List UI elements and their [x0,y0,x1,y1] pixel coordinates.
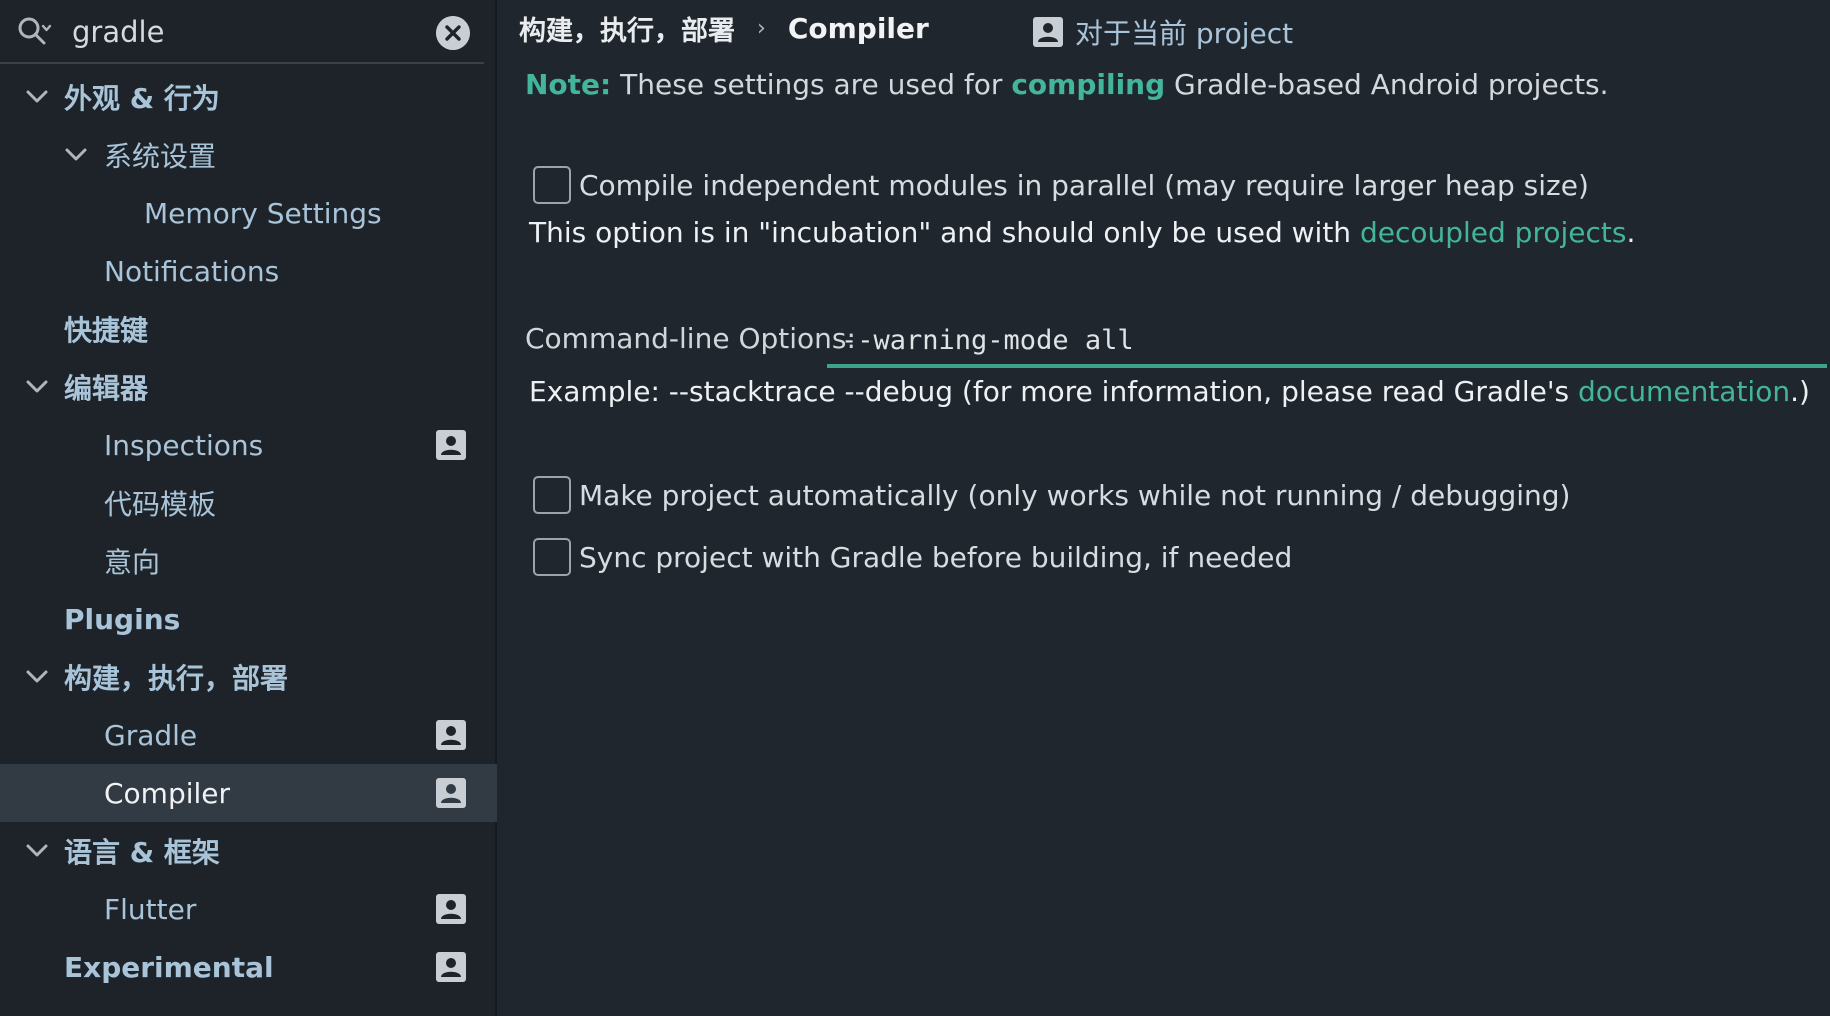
sidebar-item-label: 构建，执行，部署 [64,662,289,695]
sidebar-item-live-templates[interactable]: 代码模板 [0,474,497,532]
search-bar [0,0,484,64]
chevron-down-icon[interactable] [64,147,88,163]
note-label: Note: [525,68,612,101]
sidebar-item-plugins[interactable]: Plugins [0,590,497,648]
sidebar-item-label: Experimental [64,950,274,984]
example-note: Example: --stacktrace --debug (for more … [529,375,1810,408]
settings-tree: 外观 & 行为 系统设置 Memory Settings Notificatio… [0,68,497,996]
sidebar-item-label: 编辑器 [64,372,149,405]
sidebar-item-compiler[interactable]: Compiler [0,764,497,822]
close-circle-icon[interactable] [436,16,470,50]
chevron-right-icon: › [757,15,766,41]
incubation-suffix: . [1626,216,1636,249]
sidebar-item-label: Inspections [104,428,264,462]
sidebar-item-label: Memory Settings [144,196,382,230]
breadcrumb-parent[interactable]: 构建，执行，部署 [519,9,735,48]
make-project-automatically-label[interactable]: Make project automatically (only works w… [579,479,1570,512]
parallel-compile-option[interactable]: Compile independent modules in parallel … [533,166,1589,204]
chevron-down-icon[interactable] [25,669,49,685]
project-scope-icon [436,430,466,460]
command-line-options-input[interactable] [841,318,1801,362]
page-title: Compiler [787,11,929,45]
search-icon[interactable] [16,15,52,49]
sidebar-item-languages-frameworks[interactable]: 语言 & 框架 [0,822,497,880]
command-line-options-label: Command-line Options: [525,322,856,355]
sidebar-item-system-settings[interactable]: 系统设置 [0,126,497,184]
sidebar-item-notifications[interactable]: Notifications [0,242,497,300]
sync-with-gradle-checkbox[interactable] [533,538,571,576]
sync-with-gradle-option[interactable]: Sync project with Gradle before building… [533,538,1292,576]
sidebar-item-memory-settings[interactable]: Memory Settings [0,184,497,242]
project-scope-icon [1033,17,1063,47]
sidebar-item-gradle[interactable]: Gradle [0,706,497,764]
parallel-compile-label[interactable]: Compile independent modules in parallel … [579,169,1589,202]
scope-indicator: 对于当前 project [1033,12,1293,52]
note-text-after: Gradle-based Android projects. [1165,68,1609,101]
settings-sidebar: 外观 & 行为 系统设置 Memory Settings Notificatio… [0,0,497,1016]
sidebar-item-build-execution-deployment[interactable]: 构建，执行，部署 [0,648,497,706]
sidebar-item-label: 系统设置 [104,140,217,173]
chevron-down-icon[interactable] [25,843,49,859]
scope-label: 对于当前 project [1075,17,1294,50]
sidebar-item-experimental[interactable]: Experimental [0,938,497,996]
sidebar-item-label: 语言 & 框架 [64,836,220,869]
breadcrumb: 构建，执行，部署 › Compiler [519,8,929,48]
note-text-before: These settings are used for [611,68,1012,101]
project-scope-icon [436,778,466,808]
example-suffix: .) [1790,375,1810,408]
note-compiling-link: compiling [1011,68,1166,101]
project-scope-icon [436,952,466,982]
sidebar-item-appearance-behavior[interactable]: 外观 & 行为 [0,68,497,126]
project-scope-icon [436,720,466,750]
sidebar-item-label: 代码模板 [104,488,217,521]
note-text: Note: These settings are used for compil… [525,68,1609,101]
settings-window: 外观 & 行为 系统设置 Memory Settings Notificatio… [0,0,1830,1016]
sidebar-item-label: Gradle [104,718,198,752]
sidebar-item-label: 快捷键 [64,314,149,347]
sidebar-item-editor[interactable]: 编辑器 [0,358,497,416]
incubation-text: This option is in "incubation" and shoul… [529,216,1360,249]
parallel-compile-checkbox[interactable] [533,166,571,204]
command-line-options-field [827,318,1827,368]
sidebar-item-label: 意向 [104,546,161,579]
documentation-link[interactable]: documentation [1578,375,1790,408]
sidebar-item-label: Notifications [104,254,280,288]
sidebar-item-label: Plugins [64,602,181,636]
incubation-note: This option is in "incubation" and shoul… [529,216,1635,249]
sidebar-item-inspections[interactable]: Inspections [0,416,497,474]
settings-content: 构建，执行，部署 › Compiler 对于当前 project Note: T… [497,0,1830,1016]
chevron-down-icon[interactable] [25,379,49,395]
sidebar-item-label: Compiler [104,776,231,810]
chevron-down-icon[interactable] [25,89,49,105]
sidebar-item-flutter[interactable]: Flutter [0,880,497,938]
make-project-automatically-checkbox[interactable] [533,476,571,514]
decoupled-projects-link[interactable]: decoupled projects [1360,216,1627,249]
search-input[interactable] [72,8,422,56]
make-project-automatically-option[interactable]: Make project automatically (only works w… [533,476,1570,514]
sidebar-item-label: Flutter [104,892,197,926]
sidebar-item-label: 外观 & 行为 [64,82,220,115]
example-text: Example: --stacktrace --debug (for more … [529,375,1579,408]
sidebar-item-keymap[interactable]: 快捷键 [0,300,497,358]
sync-with-gradle-label[interactable]: Sync project with Gradle before building… [579,541,1292,574]
sidebar-item-intentions[interactable]: 意向 [0,532,497,590]
project-scope-icon [436,894,466,924]
